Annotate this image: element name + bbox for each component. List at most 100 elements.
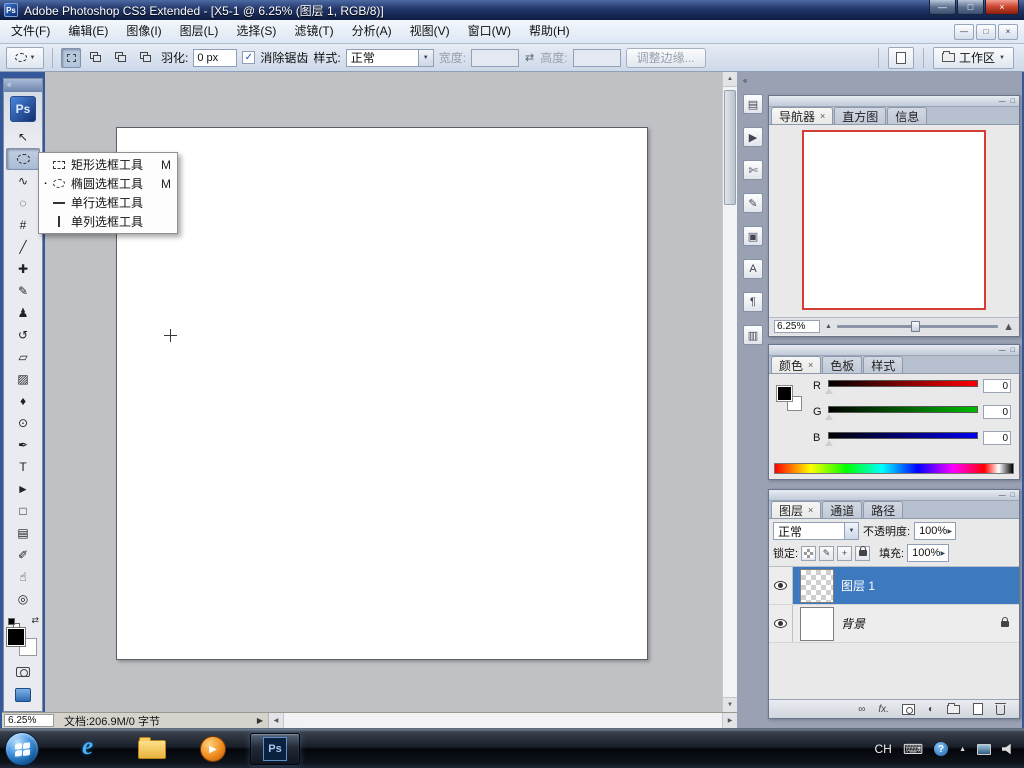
maximize-button[interactable]: □ (957, 0, 984, 15)
add-to-selection-button[interactable] (86, 48, 106, 68)
keyboard-icon[interactable]: ⌨ (903, 741, 923, 758)
tool-move[interactable]: ↖ (6, 126, 40, 148)
quick-mask-button[interactable] (11, 663, 35, 681)
tool-history-brush[interactable]: ↺ (6, 324, 40, 346)
lock-pixels-button[interactable]: ✎ (819, 545, 835, 561)
explorer-folder-icon[interactable] (138, 737, 166, 759)
slider-thumb[interactable] (911, 321, 921, 332)
blue-channel-input[interactable]: 0 (983, 431, 1011, 445)
slider-thumb[interactable] (825, 439, 833, 446)
scroll-left-button[interactable]: ◀ (269, 713, 284, 728)
tool-path-selection[interactable]: ► (6, 478, 40, 500)
photoshop-taskbar-button[interactable]: Ps (250, 733, 300, 765)
tool-eraser[interactable]: ▱ (6, 346, 40, 368)
panel-menu-button[interactable]: □ (1011, 492, 1015, 499)
character-panel-icon[interactable]: A (743, 259, 763, 279)
layer-name[interactable]: 图层 1 (841, 577, 875, 594)
red-channel-slider[interactable] (825, 379, 978, 394)
paragraph-panel-icon[interactable]: ¶ (743, 292, 763, 312)
clone-source-panel-icon[interactable]: ▣ (743, 226, 763, 246)
help-icon[interactable]: ? (934, 742, 949, 756)
foreground-color-swatch[interactable] (7, 628, 25, 646)
layer-row-layer1[interactable]: 图层 1 (769, 567, 1019, 605)
scroll-down-button[interactable]: ▼ (723, 697, 737, 712)
tab-swatches[interactable]: 色板 (822, 356, 863, 373)
tool-presets-panel-icon[interactable]: ✄ (743, 160, 763, 180)
swap-dimensions-button[interactable]: ⇄ (524, 51, 535, 64)
blend-mode-select[interactable]: 正常 ▼ (773, 522, 859, 540)
swap-colors-icon[interactable]: ⇄ (31, 615, 39, 626)
tool-quick-selection[interactable]: ◌ (6, 192, 40, 214)
blue-channel-slider[interactable] (825, 431, 978, 446)
language-indicator[interactable]: CH (875, 742, 892, 756)
layer-comps-panel-icon[interactable]: ▤ (743, 94, 763, 114)
start-button[interactable] (5, 732, 39, 766)
tool-eyedropper[interactable]: ✐ (6, 544, 40, 566)
flyout-item-rect-marquee[interactable]: 矩形选框工具 M (39, 155, 177, 174)
slider-track[interactable] (828, 405, 978, 413)
doc-restore-button[interactable]: □ (976, 23, 996, 40)
feather-input[interactable]: 0 px (193, 48, 238, 67)
slider-track[interactable] (828, 379, 978, 387)
panel-menu-button[interactable]: □ (1011, 347, 1015, 354)
tab-histogram[interactable]: 直方图 (834, 107, 887, 124)
tray-expand-icon[interactable]: ▲ (959, 746, 966, 753)
delete-layer-button[interactable] (995, 703, 1006, 715)
tab-color[interactable]: 颜色 × (771, 356, 822, 373)
internet-explorer-icon[interactable]: e (82, 733, 93, 761)
new-group-button[interactable] (947, 702, 960, 714)
bridge-button[interactable] (888, 46, 915, 69)
menu-layer[interactable]: 图层(L) (171, 20, 228, 43)
minimize-button[interactable]: — (929, 0, 956, 15)
tool-gradient[interactable]: ▨ (6, 368, 40, 390)
link-layers-button[interactable]: ∞ (858, 704, 865, 715)
layer-name[interactable]: 背景 (841, 615, 865, 632)
visibility-toggle[interactable] (769, 567, 793, 604)
volume-icon[interactable] (1002, 743, 1011, 755)
menu-help[interactable]: 帮助(H) (520, 20, 579, 43)
tool-crop[interactable]: # (6, 214, 40, 236)
tool-clone-stamp[interactable]: ♟ (6, 302, 40, 324)
slider-thumb[interactable] (825, 413, 833, 420)
menu-image[interactable]: 图像(I) (117, 20, 170, 43)
tab-paths[interactable]: 路径 (863, 501, 904, 518)
actions-panel-icon[interactable]: ▶ (743, 127, 763, 147)
red-channel-input[interactable]: 0 (983, 379, 1011, 393)
tool-shape[interactable]: □ (6, 500, 40, 522)
doc-close-button[interactable]: × (998, 23, 1018, 40)
histogram-panel-icon[interactable]: ▥ (743, 325, 763, 345)
flyout-item-single-row-marquee[interactable]: 单行选框工具 (39, 193, 177, 212)
green-channel-slider[interactable] (825, 405, 978, 420)
horizontal-scrollbar[interactable]: ◀ ▶ (268, 713, 737, 728)
navigator-zoom-input[interactable]: 6.25% (774, 320, 820, 333)
panel-minimize-button[interactable]: — (999, 347, 1006, 354)
lock-all-button[interactable] (855, 545, 871, 561)
tab-layers[interactable]: 图层 × (771, 501, 822, 518)
tool-notes[interactable]: ▤ (6, 522, 40, 544)
scroll-up-button[interactable]: ▲ (723, 72, 737, 87)
tab-close-icon[interactable]: × (808, 505, 813, 515)
vertical-scroll-thumb[interactable] (724, 90, 736, 205)
navigator-proxy-view[interactable] (802, 130, 986, 310)
layer-style-button[interactable]: fx. (878, 704, 889, 715)
doc-minimize-button[interactable]: — (954, 23, 974, 40)
layer-row-background[interactable]: 背景 (769, 605, 1019, 643)
default-foreground-icon[interactable] (8, 618, 15, 625)
new-selection-button[interactable] (61, 47, 81, 68)
network-icon[interactable] (977, 743, 991, 755)
foreground-color-swatch[interactable] (777, 386, 792, 401)
tool-hand[interactable]: ☝ (6, 566, 40, 588)
menu-edit[interactable]: 编辑(E) (59, 20, 117, 43)
close-button[interactable]: × (985, 0, 1019, 15)
tab-info[interactable]: 信息 (887, 107, 928, 124)
tool-lasso[interactable]: ∿ (6, 170, 40, 192)
antialias-checkbox[interactable]: ✓ (242, 51, 256, 64)
zoom-in-icon[interactable]: ▲ (1003, 321, 1014, 333)
tab-close-icon[interactable]: × (820, 111, 825, 121)
tool-elliptical-marquee[interactable] (6, 148, 40, 170)
zoom-level-input[interactable]: 6.25% (4, 714, 54, 727)
tool-healing-brush[interactable]: ✚ (6, 258, 40, 280)
toolbox-collapse-bar[interactable]: « (4, 79, 42, 92)
brushes-panel-icon[interactable]: ✎ (743, 193, 763, 213)
slider-thumb[interactable] (825, 387, 833, 394)
